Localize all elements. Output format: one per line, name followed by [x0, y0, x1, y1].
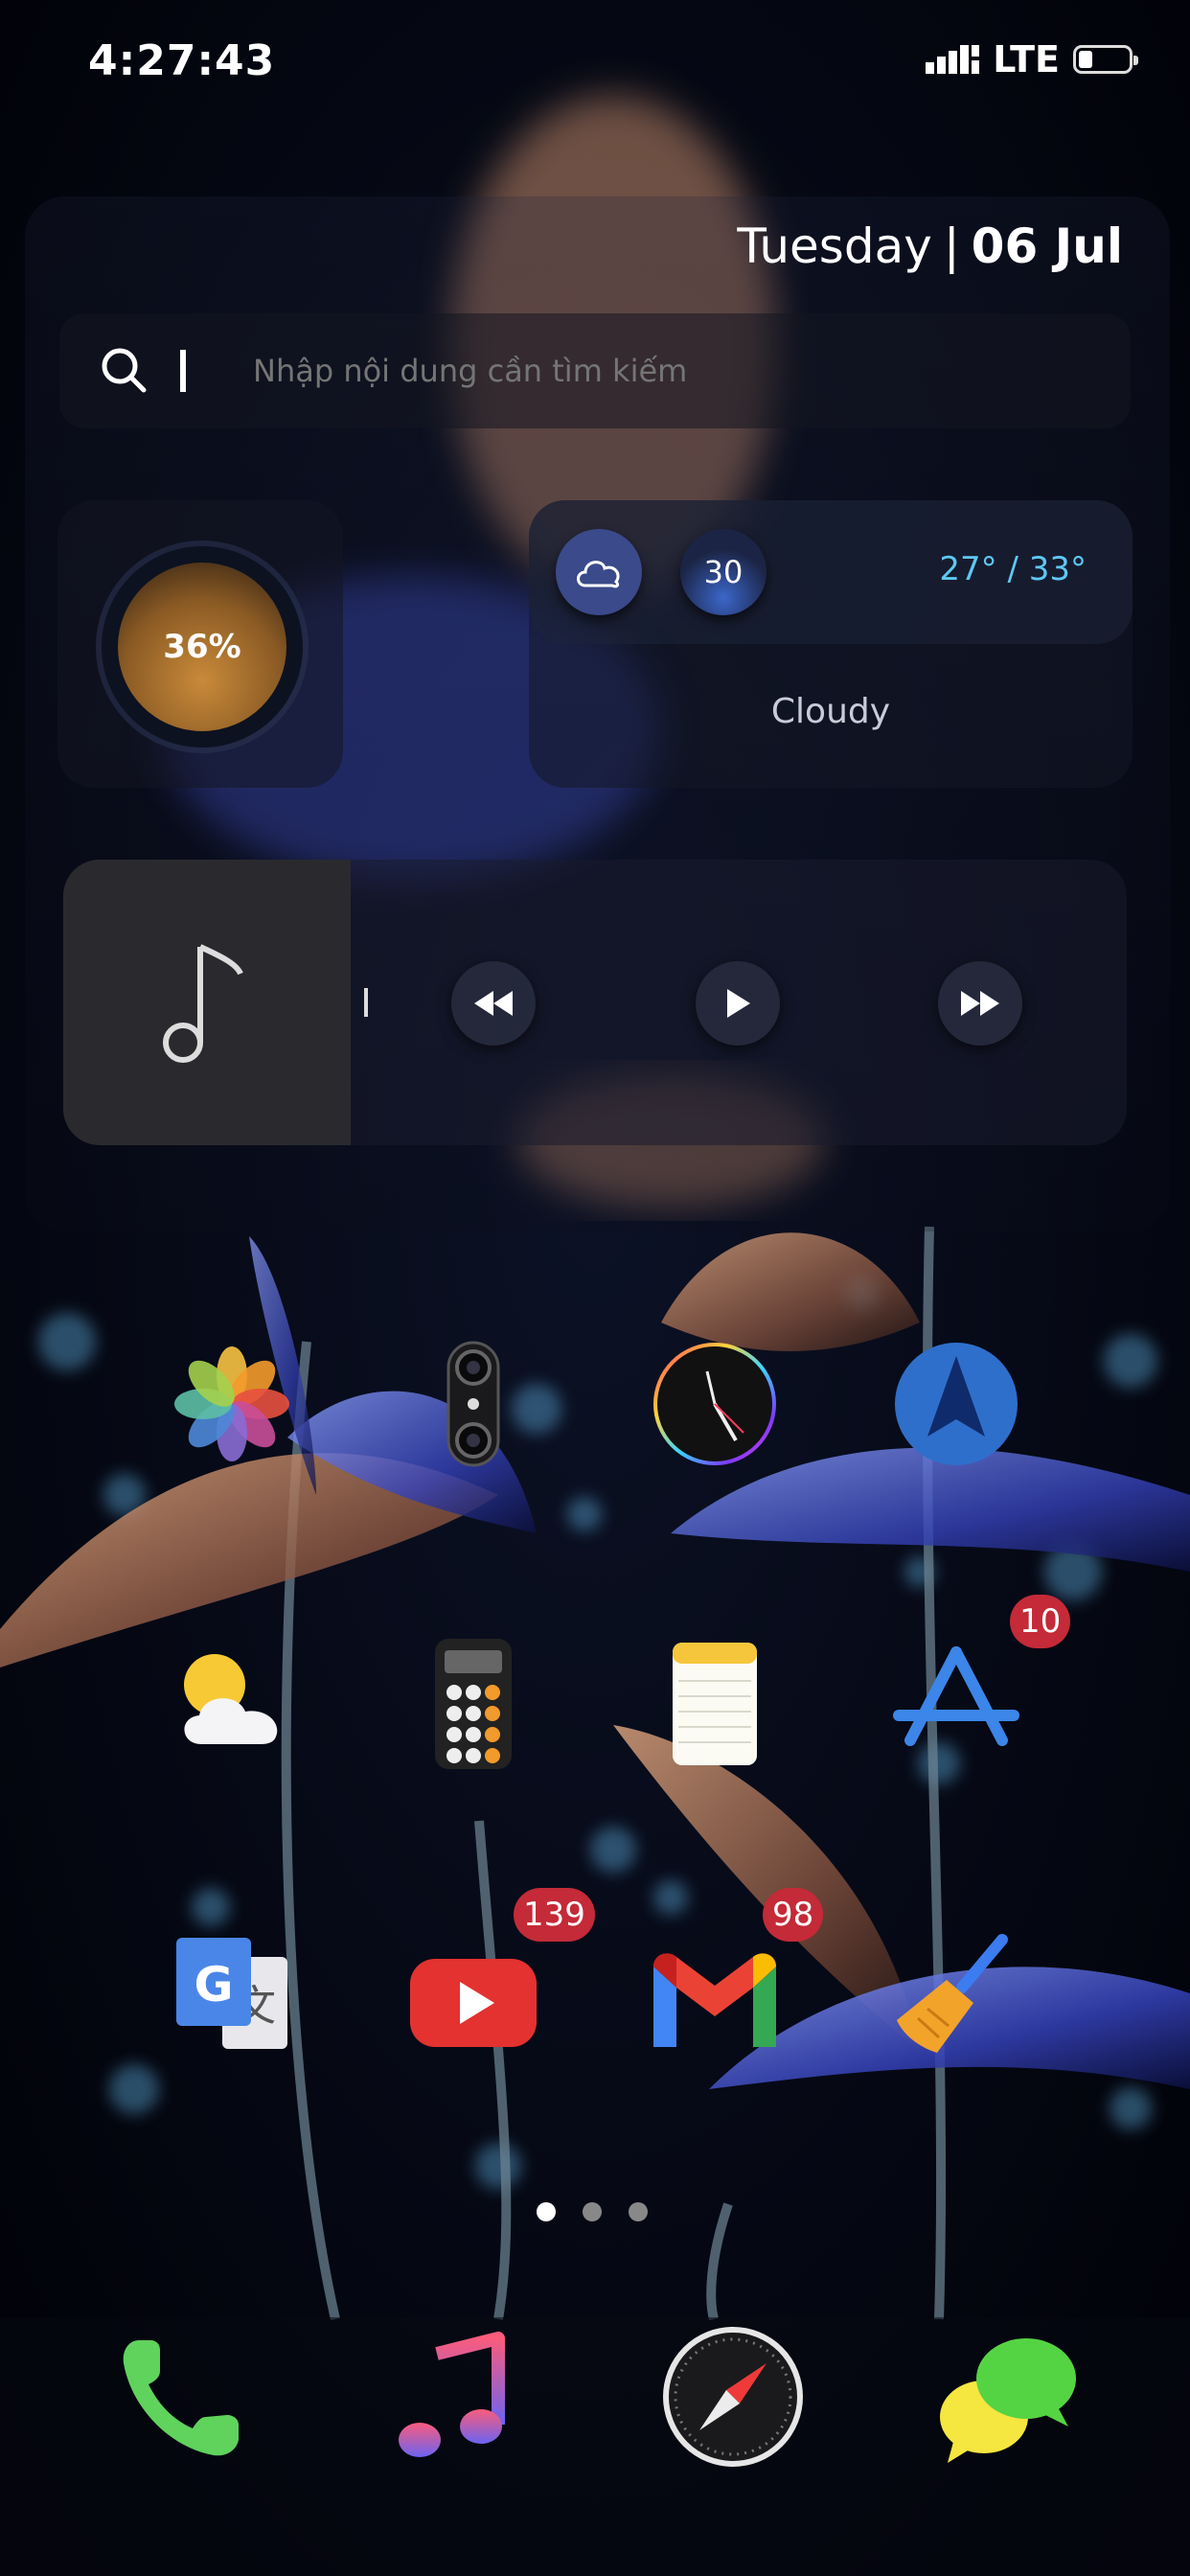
- music-note-icon: [163, 944, 243, 1063]
- gmail-app-icon[interactable]: [648, 1928, 782, 2062]
- text-cursor: [180, 350, 186, 392]
- messages-app-icon[interactable]: [934, 2325, 1078, 2469]
- weather-condition: Cloudy: [770, 692, 891, 731]
- cloud-icon: [556, 529, 642, 615]
- calculator-app-icon[interactable]: [406, 1637, 540, 1771]
- weather-widget[interactable]: 30 27° / 33° Cloudy: [529, 500, 1133, 788]
- weather-value: 30: [680, 529, 767, 615]
- weekday-label: Tuesday: [737, 218, 932, 274]
- youtube-app-icon[interactable]: [406, 1928, 540, 2062]
- google-translate-app-icon[interactable]: 文 G: [165, 1928, 299, 2062]
- network-type-label: LTE: [993, 38, 1060, 80]
- page-dot-2[interactable]: [583, 2202, 602, 2221]
- search-bar[interactable]: [59, 313, 1131, 428]
- date-display: Tuesday | 06 Jul: [737, 218, 1123, 274]
- rewind-icon: [474, 991, 513, 1016]
- phone-app-icon[interactable]: [110, 2325, 254, 2469]
- battery-percent: 36%: [118, 563, 286, 731]
- music-progress-bar[interactable]: [364, 988, 368, 1017]
- app-store-badge: 10: [1010, 1595, 1071, 1648]
- camera-app-icon[interactable]: [406, 1337, 540, 1471]
- temperature-range: 27° / 33°: [939, 550, 1087, 588]
- album-art[interactable]: [63, 860, 351, 1145]
- battery-icon: [1073, 45, 1138, 74]
- photos-app-icon[interactable]: [165, 1337, 299, 1471]
- date-label: 06 Jul: [971, 218, 1123, 274]
- page-indicator[interactable]: [537, 2202, 648, 2221]
- rewind-button[interactable]: [451, 961, 536, 1046]
- youtube-badge: 139: [514, 1888, 595, 1942]
- maps-app-icon[interactable]: [889, 1337, 1023, 1471]
- search-icon: [98, 344, 151, 398]
- fast-forward-icon: [961, 991, 999, 1016]
- battery-widget[interactable]: 36%: [57, 500, 343, 788]
- search-input[interactable]: [251, 352, 1021, 390]
- play-icon: [727, 989, 750, 1018]
- fast-forward-button[interactable]: [938, 961, 1022, 1046]
- gmail-badge: 98: [763, 1888, 824, 1942]
- svg-text:G: G: [194, 1957, 233, 2012]
- music-app-icon[interactable]: [379, 2325, 523, 2469]
- cleaner-app-icon[interactable]: [889, 1928, 1023, 2062]
- status-indicators: LTE: [926, 38, 1138, 80]
- date-separator: |: [943, 218, 960, 274]
- battery-gauge: 36%: [102, 546, 303, 748]
- music-widget: [63, 860, 1127, 1145]
- notes-app-icon[interactable]: [648, 1637, 782, 1771]
- page-dot-3[interactable]: [629, 2202, 648, 2221]
- weather-app-icon[interactable]: [165, 1637, 299, 1771]
- app-store-app-icon[interactable]: [889, 1637, 1023, 1771]
- safari-app-icon[interactable]: [661, 2325, 805, 2469]
- page-dot-1[interactable]: [537, 2202, 556, 2221]
- status-time: 4:27:43: [88, 36, 276, 85]
- signal-strength-icon: [926, 45, 980, 74]
- play-button[interactable]: [696, 961, 780, 1046]
- clock-app-icon[interactable]: [648, 1337, 782, 1471]
